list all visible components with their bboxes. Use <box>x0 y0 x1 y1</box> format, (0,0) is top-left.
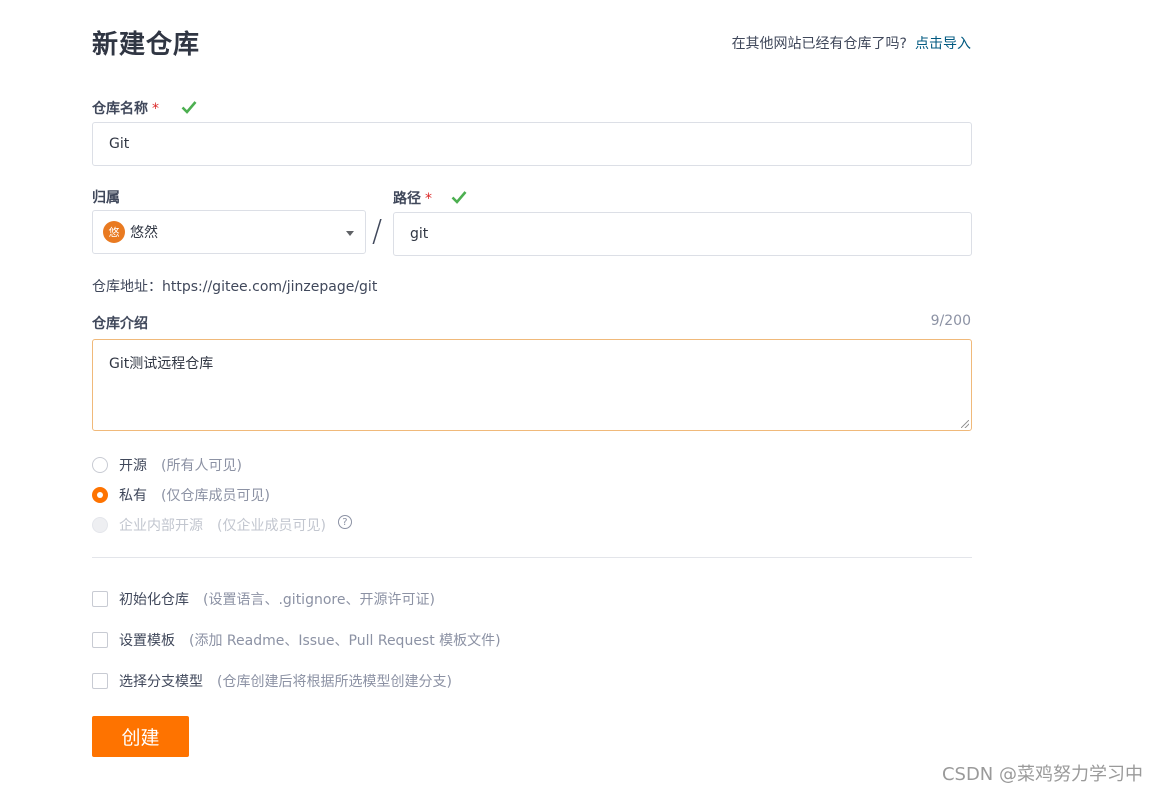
checkbox[interactable] <box>92 591 108 607</box>
option-label: 初始化仓库 <box>119 592 189 608</box>
caret-down-icon <box>346 231 354 236</box>
repo-name-label: 仓库名称 * <box>92 98 159 118</box>
branch-model-option[interactable]: 选择分支模型 (仓库创建后将根据所选模型创建分支) <box>92 671 452 691</box>
path-separator: / <box>372 214 383 249</box>
option-hint: (仅企业成员可见) <box>217 518 326 534</box>
repo-address: 仓库地址：https://gitee.com/jinzepage/git <box>92 279 378 295</box>
visibility-option-public[interactable]: 开源 (所有人可见) <box>92 455 242 475</box>
import-hint: 在其他网站已经有仓库了吗? 点击导入 <box>732 33 971 53</box>
check-icon <box>451 191 467 204</box>
option-label: 选择分支模型 <box>119 674 203 690</box>
option-label: 设置模板 <box>119 633 175 649</box>
radio-button[interactable] <box>92 457 108 473</box>
import-hint-text: 在其他网站已经有仓库了吗? <box>731 36 907 52</box>
description-value: Git测试远程仓库 <box>109 356 214 372</box>
option-hint: (仓库创建后将根据所选模型创建分支) <box>217 674 452 690</box>
avatar: 悠 <box>103 221 125 243</box>
option-label: 开源 <box>119 458 147 474</box>
option-hint: (添加 Readme、Issue、Pull Request 模板文件) <box>189 633 501 649</box>
radio-button-checked[interactable] <box>92 487 108 503</box>
divider <box>92 557 972 558</box>
check-icon <box>181 101 197 114</box>
repo-name-value: Git <box>109 136 130 152</box>
path-input[interactable]: git <box>393 212 972 256</box>
init-repo-option[interactable]: 初始化仓库 (设置语言、.gitignore、开源许可证) <box>92 589 435 609</box>
visibility-option-enterprise: 企业内部开源 (仅企业成员可见) ? <box>92 515 352 535</box>
path-label: 路径 * <box>393 188 432 208</box>
option-label: 企业内部开源 <box>119 518 203 534</box>
owner-label: 归属 <box>92 190 120 206</box>
option-hint: (设置语言、.gitignore、开源许可证) <box>203 592 435 608</box>
required-mark: * <box>152 101 159 117</box>
repo-name-label-text: 仓库名称 <box>92 101 148 117</box>
description-label: 仓库介绍 <box>92 316 148 332</box>
new-repo-page: 新建仓库 在其他网站已经有仓库了吗? 点击导入 仓库名称 * Git 归属 悠 悠然… <box>0 0 1156 790</box>
template-option[interactable]: 设置模板 (添加 Readme、Issue、Pull Request 模板文件) <box>92 630 501 650</box>
description-textarea[interactable]: Git测试远程仓库 <box>92 339 972 431</box>
help-icon[interactable]: ? <box>337 515 352 529</box>
path-value: git <box>410 226 429 242</box>
checkbox[interactable] <box>92 673 108 689</box>
visibility-option-private[interactable]: 私有 (仅仓库成员可见) <box>92 485 270 505</box>
path-label-text: 路径 <box>393 191 421 207</box>
resize-handle-icon[interactable] <box>961 420 969 428</box>
checkbox[interactable] <box>92 632 108 648</box>
option-hint: (仅仓库成员可见) <box>161 488 270 504</box>
import-link[interactable]: 点击导入 <box>915 36 971 52</box>
create-button[interactable]: 创建 <box>92 716 189 757</box>
required-mark: * <box>425 191 432 207</box>
repo-name-input[interactable]: Git <box>92 122 972 166</box>
owner-select[interactable]: 悠 悠然 <box>92 210 366 254</box>
page-title: 新建仓库 <box>92 30 201 60</box>
option-hint: (所有人可见) <box>161 458 242 474</box>
char-counter: 9/200 <box>930 313 971 329</box>
radio-button-disabled <box>92 517 108 533</box>
option-label: 私有 <box>119 488 147 504</box>
watermark: CSDN @菜鸡努力学习中 <box>941 764 1143 785</box>
owner-value: 悠然 <box>130 225 158 241</box>
